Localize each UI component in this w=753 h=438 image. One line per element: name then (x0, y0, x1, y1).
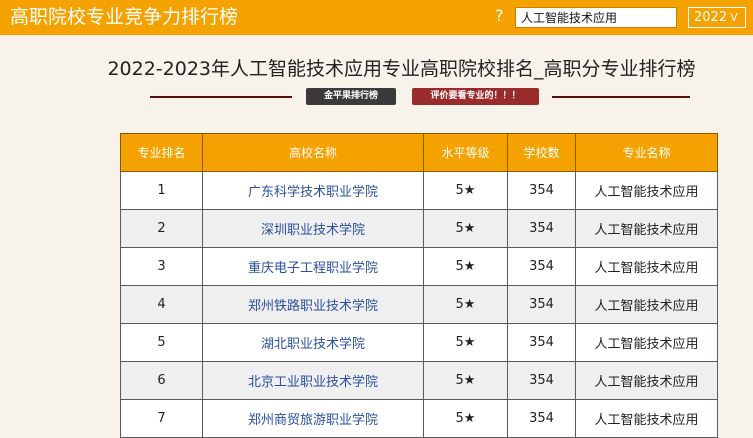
level-cell: 5★ (423, 285, 508, 324)
level-cell: 5★ (423, 247, 508, 286)
chevron-down-icon: V (730, 11, 738, 24)
school-link[interactable]: 广东科学技术职业学院 (202, 171, 424, 210)
title-divider-left (150, 96, 292, 98)
table-row: 3 重庆电子工程职业学院 5★ 354 人工智能技术应用 (120, 247, 718, 286)
major-cell: 人工智能技术应用 (575, 399, 718, 438)
school-link[interactable]: 湖北职业技术学院 (202, 323, 424, 362)
rank-cell: 7 (120, 399, 203, 438)
count-cell: 354 (507, 285, 576, 324)
major-cell: 人工智能技术应用 (575, 171, 718, 210)
major-cell: 人工智能技术应用 (575, 285, 718, 324)
major-cell: 人工智能技术应用 (575, 247, 718, 286)
column-header-rank: 专业排名 (120, 133, 203, 172)
table-row: 7 郑州商贸旅游职业学院 5★ 354 人工智能技术应用 (120, 399, 718, 438)
evaluation-note-badge: 评价要看专业的！！！ (412, 88, 539, 105)
table-row: 5 湖北职业技术学院 5★ 354 人工智能技术应用 (120, 323, 718, 362)
school-link[interactable]: 北京工业职业技术学院 (202, 361, 424, 400)
level-cell: 5★ (423, 171, 508, 210)
level-cell: 5★ (423, 209, 508, 248)
major-cell: 人工智能技术应用 (575, 323, 718, 362)
help-icon[interactable]: ? (495, 6, 504, 26)
count-cell: 354 (507, 209, 576, 248)
top-bar: 高职院校专业竞争力排行榜 ? 2022V (0, 0, 753, 35)
rank-cell: 4 (120, 285, 203, 324)
table-row: 1 广东科学技术职业学院 5★ 354 人工智能技术应用 (120, 171, 718, 210)
table-row: 6 北京工业职业技术学院 5★ 354 人工智能技术应用 (120, 361, 718, 400)
count-cell: 354 (507, 361, 576, 400)
rank-cell: 2 (120, 209, 203, 248)
school-link[interactable]: 郑州商贸旅游职业学院 (202, 399, 424, 438)
count-cell: 354 (507, 247, 576, 286)
table-header-row: 专业排名 高校名称 水平等级 学校数 专业名称 (120, 133, 718, 172)
ranking-table: 专业排名 高校名称 水平等级 学校数 专业名称 1 广东科学技术职业学院 5★ … (120, 133, 718, 438)
school-link[interactable]: 重庆电子工程职业学院 (202, 247, 424, 286)
table-row: 4 郑州铁路职业技术学院 5★ 354 人工智能技术应用 (120, 285, 718, 324)
table-row: 2 深圳职业技术学院 5★ 354 人工智能技术应用 (120, 209, 718, 248)
page-title: 2022-2023年人工智能技术应用专业高职院校排名_高职分专业排行榜 (107, 58, 696, 80)
rank-cell: 3 (120, 247, 203, 286)
rank-cell: 6 (120, 361, 203, 400)
ranking-brand-badge: 金平果排行榜 (306, 88, 396, 105)
site-title[interactable]: 高职院校专业竞争力排行榜 (10, 4, 238, 30)
count-cell: 354 (507, 399, 576, 438)
year-select[interactable]: 2022 V (688, 7, 746, 28)
column-header-major: 专业名称 (575, 133, 718, 172)
school-link[interactable]: 郑州铁路职业技术学院 (202, 285, 424, 324)
title-divider-right (552, 96, 690, 98)
count-cell: 354 (507, 171, 576, 210)
count-cell: 354 (507, 323, 576, 362)
major-cell: 人工智能技术应用 (575, 209, 718, 248)
school-link[interactable]: 深圳职业技术学院 (202, 209, 424, 248)
level-cell: 5★ (423, 361, 508, 400)
ranking-table-container: 专业排名 高校名称 水平等级 学校数 专业名称 1 广东科学技术职业学院 5★ … (120, 133, 718, 438)
column-header-level: 水平等级 (423, 133, 508, 172)
level-cell: 5★ (423, 399, 508, 438)
search-input[interactable] (515, 7, 677, 28)
rank-cell: 1 (120, 171, 203, 210)
rank-cell: 5 (120, 323, 203, 362)
level-cell: 5★ (423, 323, 508, 362)
column-header-count: 学校数 (507, 133, 576, 172)
major-cell: 人工智能技术应用 (575, 361, 718, 400)
column-header-school: 高校名称 (202, 133, 424, 172)
year-select-value: 2022 (694, 10, 728, 25)
